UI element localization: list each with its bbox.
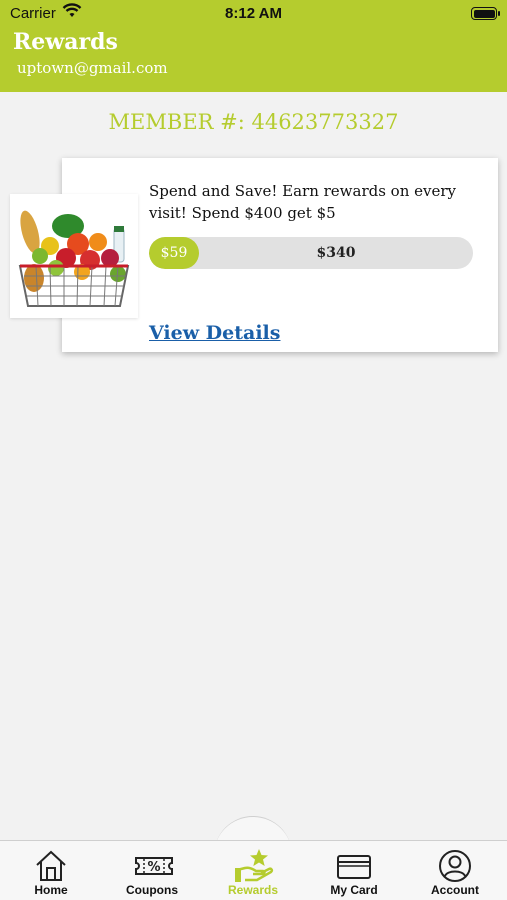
rewards-hand-star-icon [235,849,274,882]
card-icon [337,855,371,879]
offer-description: Spend and Save! Earn rewards on every vi… [149,182,457,222]
member-number: MEMBER #: 44623773327 [108,110,399,134]
home-icon [36,850,66,881]
header-bar: Carrier 8:12 AM Rewards uptown@gmail.com [0,0,507,92]
page-title: Rewards [13,29,118,55]
progress-earned: $59 [160,245,188,261]
tab-coupons-label: Coupons [126,883,178,897]
reward-progress-bar: $340 $59 [149,237,473,269]
tab-home-label: Home [34,883,68,897]
coupon-icon: % [135,857,173,875]
status-bar: Carrier 8:12 AM [0,0,507,28]
grocery-basket-image [10,194,138,318]
tab-rewards-label: Rewards [227,883,279,897]
tab-my-card[interactable]: My Card [304,842,404,900]
tab-coupons[interactable]: % Coupons [102,842,202,900]
tab-rewards[interactable]: Rewards [203,842,303,900]
tab-account[interactable]: Account [405,842,505,900]
tab-my-card-label: My Card [330,883,378,897]
view-details-link[interactable]: View Details [149,322,280,344]
battery-icon [471,7,500,20]
user-email: uptown@gmail.com [17,59,168,77]
status-time: 8:12 AM [225,5,282,22]
tab-home[interactable]: Home [1,842,101,900]
tab-account-label: Account [431,883,479,897]
svg-text:%: % [147,860,160,875]
account-icon [439,850,471,882]
